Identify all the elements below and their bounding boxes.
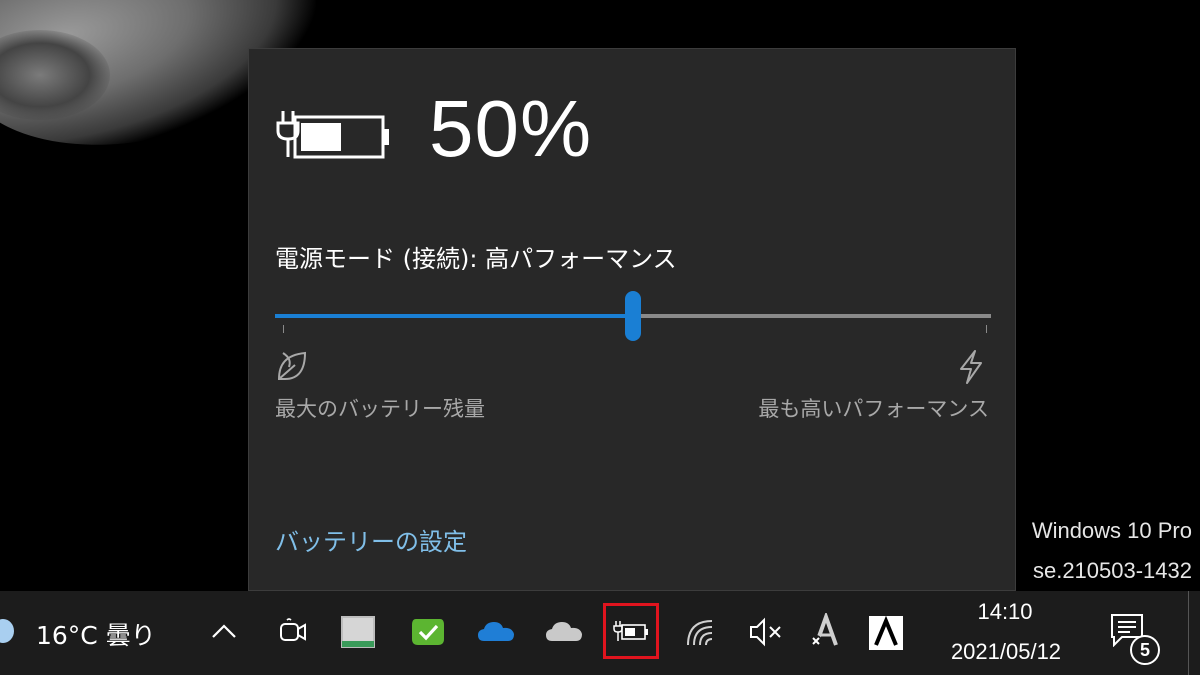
slider-max-label: 最も高いパフォーマンス	[758, 397, 989, 421]
power-mode-label: 電源モード (接続): 高パフォーマンス	[275, 245, 677, 273]
clock-date[interactable]: 2021/05/12	[930, 639, 1082, 665]
ime-a-icon[interactable]	[868, 615, 904, 651]
slider-min-label: 最大のバッテリー残量	[275, 397, 485, 421]
volume-muted-icon[interactable]	[748, 617, 784, 647]
taskbar: 16°C 曇り 14:10 2021/05/12 5	[0, 591, 1200, 675]
font-a-icon[interactable]	[808, 613, 842, 649]
slider-thumb[interactable]	[625, 291, 641, 341]
battery-charging-icon	[276, 111, 389, 159]
battery-flyout: 50% 電源モード (接続): 高パフォーマンス 最大のバッテリー残量 最も高い…	[248, 48, 1016, 591]
show-desktop-button[interactable]	[1188, 591, 1189, 675]
clock-time[interactable]: 14:10	[940, 599, 1070, 625]
watermark-build: se.210503-1432	[1032, 558, 1192, 583]
weather-icon[interactable]	[0, 619, 14, 643]
app-window-icon[interactable]	[340, 615, 376, 649]
chevron-up-icon[interactable]	[210, 621, 238, 641]
battery-icon[interactable]	[613, 620, 649, 642]
notification-count-badge: 5	[1130, 635, 1160, 665]
meet-now-icon[interactable]	[278, 617, 308, 647]
check-app-icon[interactable]	[410, 615, 446, 649]
onedrive-gray-icon[interactable]	[544, 619, 584, 645]
power-mode-slider[interactable]	[275, 289, 991, 345]
slider-tick-max	[986, 325, 987, 333]
leaf-icon	[277, 351, 307, 380]
battery-settings-link[interactable]: バッテリーの設定	[275, 522, 467, 557]
wifi-icon[interactable]	[684, 617, 716, 647]
watermark-edition: Windows 10 Pro	[1031, 518, 1192, 543]
battery-percent: 50%	[429, 84, 593, 173]
slider-track-fill	[275, 314, 633, 318]
slider-tick-min	[283, 325, 284, 333]
weather-widget[interactable]: 16°C 曇り	[36, 616, 156, 652]
onedrive-icon[interactable]	[476, 619, 516, 645]
lightning-icon	[960, 350, 982, 384]
